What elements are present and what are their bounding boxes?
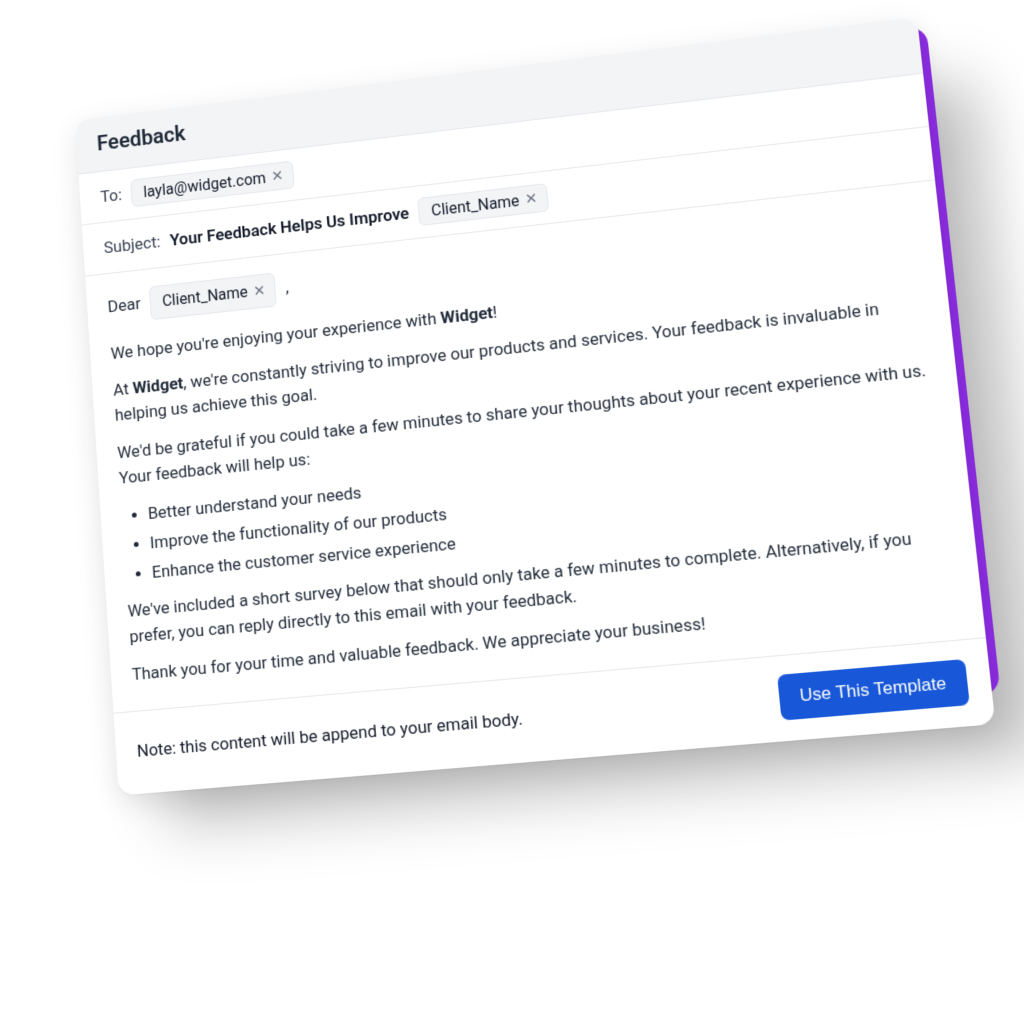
subject-chip-text: Client_Name [430,191,520,219]
to-label: To: [100,185,123,206]
greeting-suffix: , [284,275,289,301]
greeting-prefix: Dear [107,292,142,321]
use-template-button[interactable]: Use This Template [777,659,970,721]
greeting-chip-text: Client_Name [161,280,248,313]
greeting-variable-chip[interactable]: Client_Name ✕ [149,273,277,320]
brand-name: Widget [132,374,184,399]
close-icon[interactable]: ✕ [253,283,266,299]
close-icon[interactable]: ✕ [271,168,284,184]
to-chip[interactable]: layla@widget.com ✕ [130,161,295,208]
email-template-card: Feedback To: layla@widget.com ✕ Subject:… [75,17,995,795]
to-chip-text: layla@widget.com [143,169,267,201]
footer-note: Note: this content will be append to you… [136,709,523,762]
subject-label: Subject: [103,232,161,257]
brand-name: Widget [440,303,494,328]
